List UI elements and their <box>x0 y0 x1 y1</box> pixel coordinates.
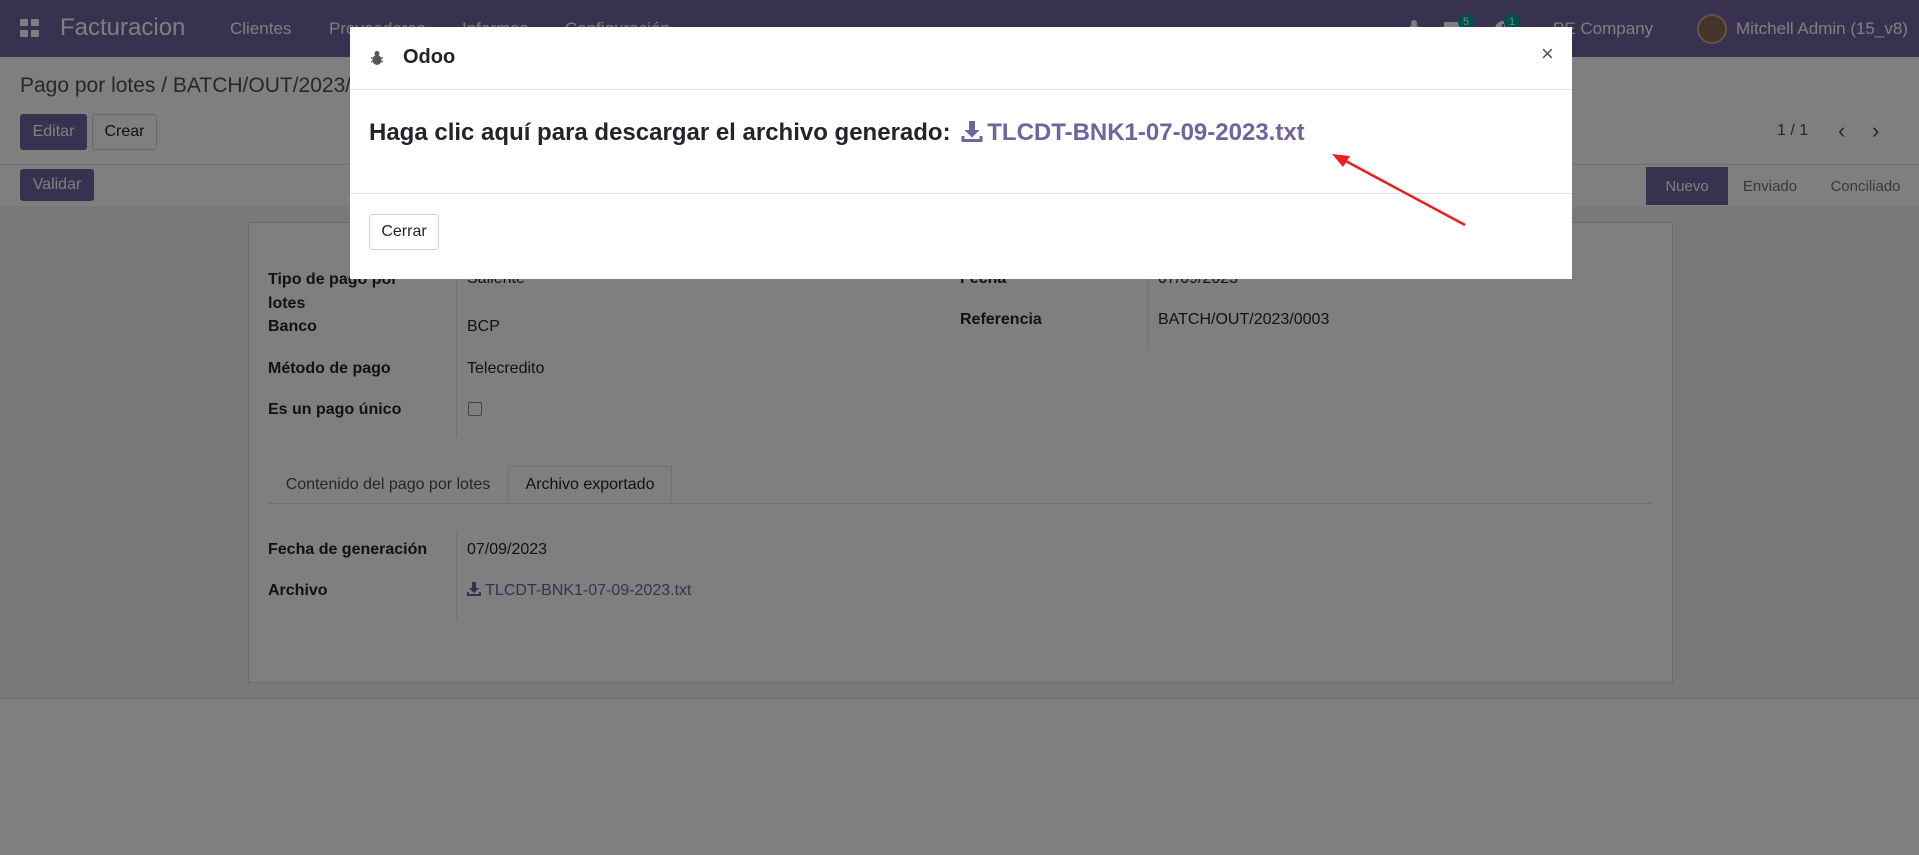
close-icon[interactable]: × <box>1541 41 1554 67</box>
dialog-title: Odoo <box>403 46 456 68</box>
generated-file-name: TLCDT-BNK1-07-09-2023.txt <box>987 119 1305 146</box>
generated-file-link[interactable]: TLCDT-BNK1-07-09-2023.txt <box>957 119 1305 146</box>
download-icon <box>961 121 983 142</box>
bug-icon <box>370 51 384 65</box>
dialog-header: Odoo × <box>350 27 1572 90</box>
annotation-arrow <box>1332 154 1466 227</box>
close-dialog-button[interactable]: Cerrar <box>369 214 439 250</box>
download-instructions: Haga clic aquí para descargar el archivo… <box>369 119 951 146</box>
dialog-message: Haga clic aquí para descargar el archivo… <box>369 119 1305 147</box>
